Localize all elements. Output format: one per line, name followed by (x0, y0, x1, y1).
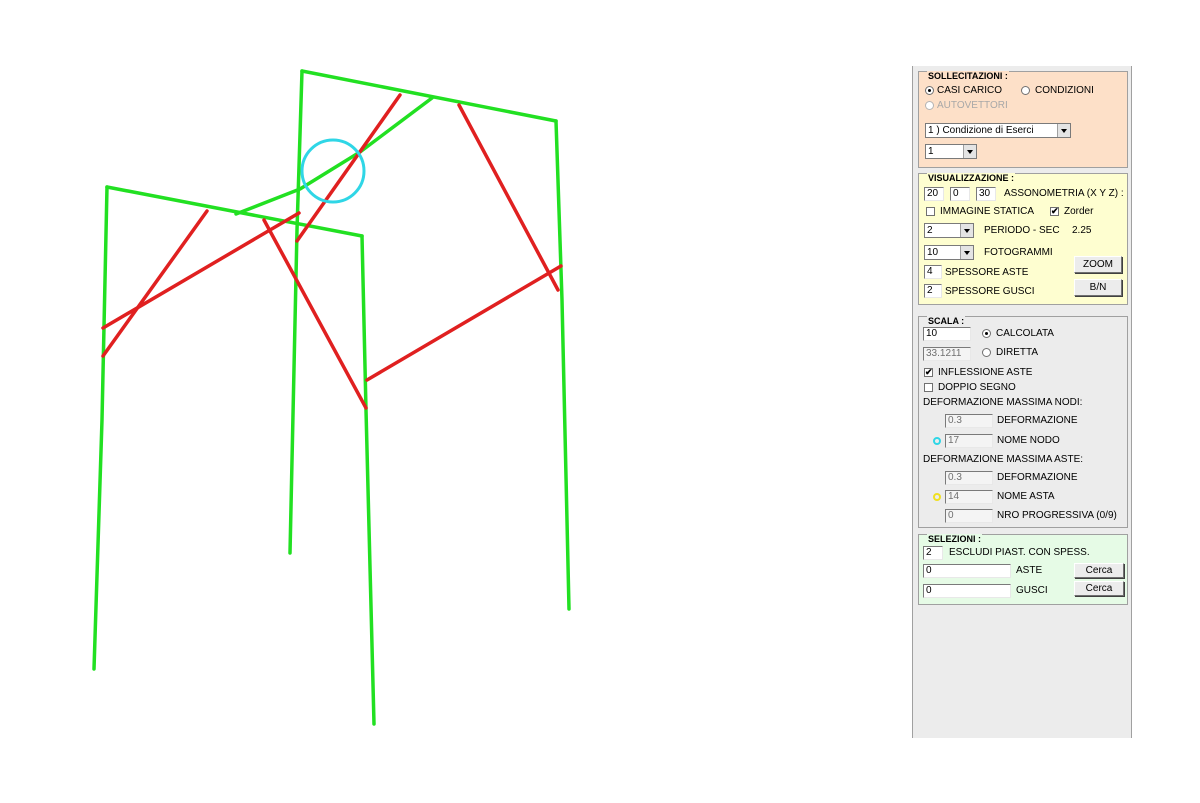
axonometry-label: ASSONOMETRIA (X Y Z) : (1004, 188, 1124, 199)
frame-member (300, 69, 558, 123)
progressive-number-input[interactable]: 0 (945, 509, 993, 523)
static-image-label: IMMAGINE STATICA (940, 206, 1035, 217)
static-image-checkbox[interactable] (926, 207, 935, 216)
shells-search-label: GUSCI (1016, 585, 1048, 596)
period-label: PERIODO - SEC (984, 225, 1060, 236)
brace-member (457, 103, 560, 292)
node-name-label: NOME NODO (997, 435, 1060, 446)
autovettori-radio[interactable] (925, 101, 934, 110)
period-select[interactable]: 2 (924, 223, 974, 238)
double-sign-checkbox[interactable] (924, 383, 933, 392)
member-marker-icon (933, 493, 941, 501)
condizioni-label: CONDIZIONI (1035, 85, 1094, 96)
frame-member (554, 119, 571, 611)
member-name-label: NOME ASTA (997, 491, 1055, 502)
structure-drawing (92, 69, 571, 726)
shell-thickness-input[interactable]: 2 (924, 284, 942, 298)
load-index-value: 1 (928, 146, 934, 157)
shells-search-button[interactable]: Cerca (1074, 581, 1124, 596)
node-marker-icon (933, 437, 941, 445)
load-case-value: 1 ) Condizione di Eserci (928, 125, 1034, 136)
nodes-deformation-label: DEFORMAZIONE (997, 415, 1078, 426)
member-thickness-label: SPESSORE ASTE (945, 267, 1029, 278)
frame-member (360, 234, 376, 726)
zorder-checkbox[interactable]: ✔ (1050, 207, 1059, 216)
structure-viewport[interactable] (0, 0, 912, 800)
zoom-button[interactable]: ZOOM (1074, 256, 1122, 273)
frame-member (234, 96, 434, 216)
nodes-deformation-heading: DEFORMAZIONE MASSIMA NODI: (923, 397, 1083, 408)
load-index-select[interactable]: 1 (925, 144, 977, 159)
member-deflection-label: INFLESSIONE ASTE (938, 367, 1033, 378)
exclude-thickness-input[interactable]: 2 (923, 546, 943, 560)
brace-member (295, 93, 402, 243)
shells-search-input[interactable]: 0 (923, 584, 1011, 598)
chevron-down-icon[interactable] (963, 145, 976, 158)
chevron-down-icon[interactable] (1057, 124, 1070, 137)
axonometry-y-input[interactable]: 0 (950, 187, 970, 201)
member-deflection-checkbox[interactable]: ✔ (924, 368, 933, 377)
axonometry-x-input[interactable]: 20 (924, 187, 944, 201)
condizioni-radio[interactable] (1021, 86, 1030, 95)
chevron-down-icon[interactable] (960, 246, 973, 259)
scale-calculated-input[interactable]: 10 (923, 327, 971, 341)
bn-button[interactable]: B/N (1074, 279, 1122, 296)
casi-carico-radio[interactable] (925, 86, 934, 95)
sollecitazioni-group: SOLLECITAZIONI : CASI CARICO CONDIZIONI … (918, 71, 1128, 168)
members-search-label: ASTE (1016, 565, 1043, 576)
frame-member (288, 69, 304, 555)
chevron-down-icon[interactable] (960, 224, 973, 237)
frames-label: FOTOGRAMMI (984, 247, 1053, 258)
nodes-deformation-input[interactable]: 0.3 (945, 414, 993, 428)
node-name-input[interactable]: 17 (945, 434, 993, 448)
brace-member (101, 209, 209, 358)
selezioni-title: SELEZIONI : (927, 534, 983, 544)
period-select-value: 2 (927, 225, 933, 236)
control-panel: SOLLECITAZIONI : CASI CARICO CONDIZIONI … (912, 66, 1132, 738)
sollecitazioni-title: SOLLECITAZIONI : (927, 71, 1009, 81)
shell-thickness-label: SPESSORE GUSCI (945, 286, 1035, 297)
autovettori-label: AUTOVETTORI (937, 100, 1008, 111)
frame-member (92, 185, 109, 671)
exclude-thickness-label: ESCLUDI PIAST. CON SPESS. (949, 547, 1090, 558)
brace-member (262, 218, 368, 410)
frames-select-value: 10 (927, 247, 939, 258)
calculated-radio[interactable] (982, 329, 991, 338)
calculated-label: CALCOLATA (996, 328, 1054, 339)
members-deformation-input[interactable]: 0.3 (945, 471, 993, 485)
zorder-label: Zorder (1064, 206, 1094, 217)
scala-group: SCALA : 10 CALCOLATA 33.1211 DIRETTA ✔ I… (918, 316, 1128, 528)
members-deformation-label: DEFORMAZIONE (997, 472, 1078, 483)
progressive-number-label: NRO PROGRESSIVA (0/9) (997, 510, 1117, 521)
selezioni-group: SELEZIONI : 2 ESCLUDI PIAST. CON SPESS. … (918, 534, 1128, 605)
period-value: 2.25 (1072, 225, 1092, 236)
direct-label: DIRETTA (996, 347, 1039, 358)
members-search-input[interactable]: 0 (923, 564, 1011, 578)
direct-radio[interactable] (982, 348, 991, 357)
casi-carico-label: CASI CARICO (937, 85, 1003, 96)
members-deformation-heading: DEFORMAZIONE MASSIMA ASTE: (923, 454, 1084, 465)
scale-direct-input[interactable]: 33.1211 (923, 347, 971, 361)
visualizzazione-group: VISUALIZZAZIONE : 20 0 30 ASSONOMETRIA (… (918, 173, 1128, 305)
members-search-button[interactable]: Cerca (1074, 563, 1124, 578)
visualizzazione-title: VISUALIZZAZIONE : (927, 173, 1015, 183)
brace-member (365, 264, 563, 382)
load-case-select[interactable]: 1 ) Condizione di Eserci (925, 123, 1071, 138)
member-name-input[interactable]: 14 (945, 490, 993, 504)
frame-member (105, 185, 364, 238)
scala-title: SCALA : (927, 316, 966, 326)
member-thickness-input[interactable]: 4 (924, 265, 942, 279)
double-sign-label: DOPPIO SEGNO (938, 382, 1016, 393)
frames-select[interactable]: 10 (924, 245, 974, 260)
axonometry-z-input[interactable]: 30 (976, 187, 996, 201)
